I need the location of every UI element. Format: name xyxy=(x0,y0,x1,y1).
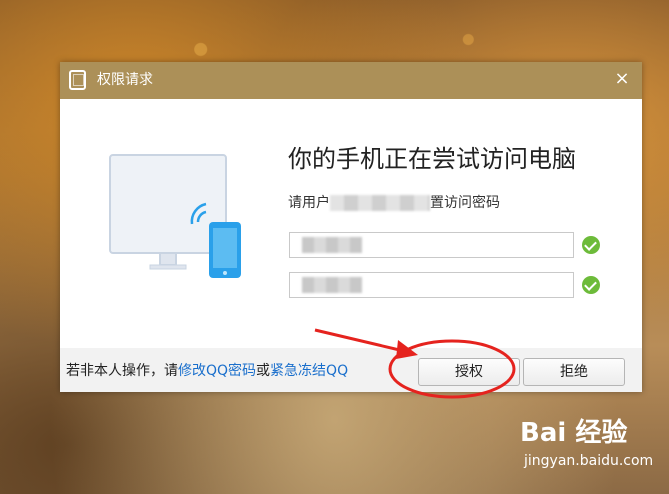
access-password-field[interactable] xyxy=(289,232,574,258)
tablet-icon xyxy=(69,70,86,90)
device-illustration xyxy=(109,154,241,278)
watermark-url: jingyan.baidu.com xyxy=(524,453,654,469)
dialog-titlebar[interactable]: 权限请求 × xyxy=(60,62,642,99)
footer-text: 若非本人操作，请修改QQ密码或紧急冻结QQ xyxy=(66,362,348,380)
monitor-icon xyxy=(109,154,227,254)
check-circle-icon xyxy=(582,236,600,254)
footer-text-prefix: 若非本人操作，请 xyxy=(66,363,178,379)
check-circle-icon xyxy=(582,276,600,294)
close-button[interactable]: × xyxy=(612,69,632,89)
desc-suffix: 置访问密码 xyxy=(430,195,500,211)
dialog-description: 请用户 置访问密码 xyxy=(288,194,500,212)
baidu-watermark: Bai 经验 jingyan.baidu.com xyxy=(520,418,654,478)
redacted-field-value xyxy=(302,277,362,293)
permission-request-dialog: 权限请求 × 你的手机正在尝试访问电脑 请用户 置访问密码 若非本人操作，请修改Q… xyxy=(60,62,642,392)
deny-button[interactable]: 拒绝 xyxy=(523,358,625,386)
confirm-password-field[interactable] xyxy=(289,272,574,298)
desc-prefix: 请用户 xyxy=(288,195,330,211)
redacted-text xyxy=(330,195,430,211)
footer-text-or: 或 xyxy=(256,363,271,379)
authorize-button[interactable]: 授权 xyxy=(418,358,520,386)
dialog-title: 权限请求 xyxy=(97,72,153,88)
redacted-field-value xyxy=(302,237,362,253)
dialog-footer: 若非本人操作，请修改QQ密码或紧急冻结QQ 授权 拒绝 xyxy=(60,348,642,392)
freeze-qq-link[interactable]: 紧急冻结QQ xyxy=(270,363,348,379)
change-qq-password-link[interactable]: 修改QQ密码 xyxy=(178,363,256,379)
watermark-logo: Bai 经验 xyxy=(520,418,628,448)
dialog-heading: 你的手机正在尝试访问电脑 xyxy=(288,145,576,173)
